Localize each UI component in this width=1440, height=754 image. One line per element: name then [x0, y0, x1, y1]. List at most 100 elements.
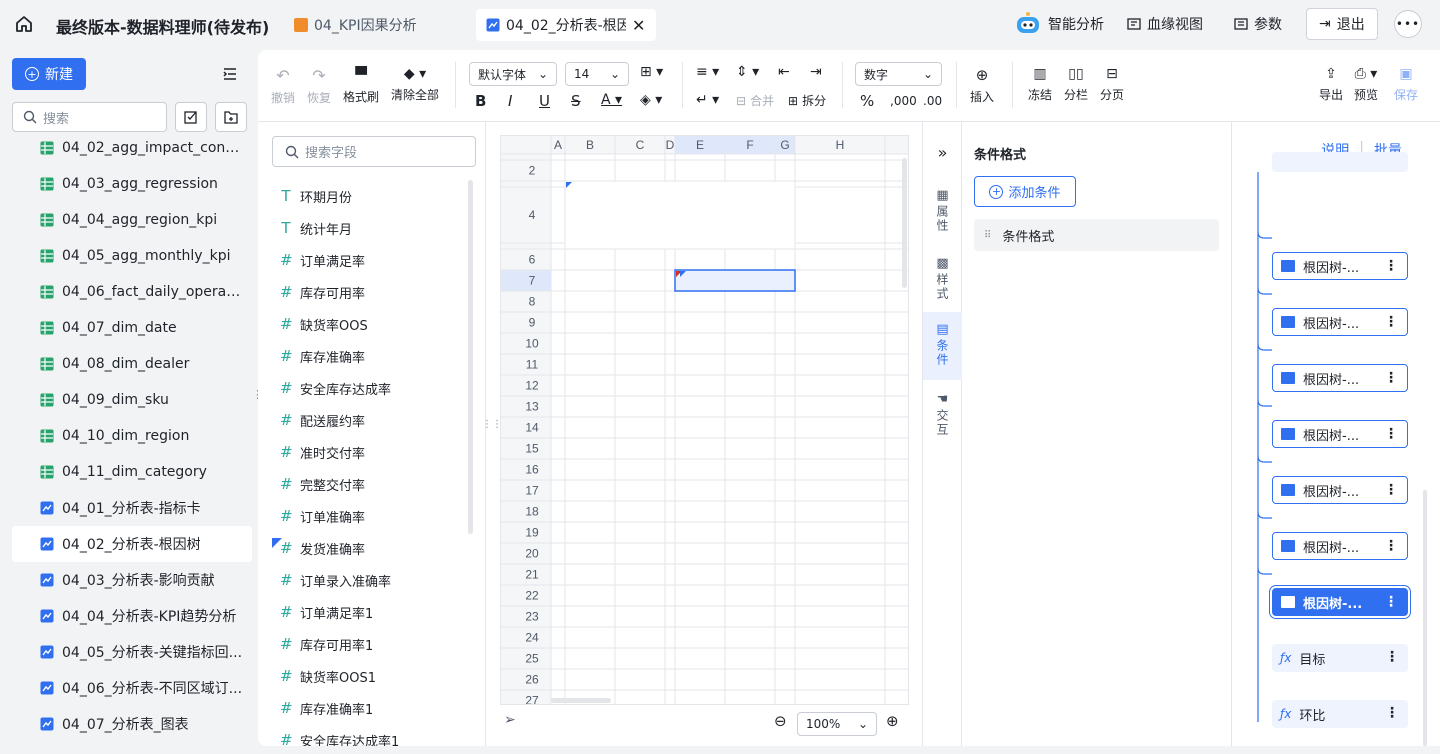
merge-button[interactable]: ⊟ 合并 [736, 92, 774, 109]
tree-item[interactable]: 04_09_dim_sku [12, 382, 252, 418]
paging-button[interactable]: ⊟ 分页 [1100, 66, 1124, 103]
format-painter-button[interactable]: ▀ 格式刷 [343, 66, 379, 105]
add-condition-button[interactable]: + 添加条件 [974, 176, 1076, 207]
zoom-select[interactable]: 100% ⌄ [797, 712, 877, 736]
field-item[interactable]: # 发货准确率 [272, 532, 472, 564]
row-header[interactable]: 27 [525, 694, 539, 706]
row-header[interactable]: 6 [529, 253, 536, 267]
percent-button[interactable]: % [860, 92, 874, 110]
row-header[interactable]: 16 [525, 463, 539, 477]
expand-icon[interactable]: » [923, 138, 962, 166]
flow-node[interactable]: 根因树-... ⋮ [1272, 532, 1408, 560]
columns-button[interactable]: ▯▯ 分栏 [1064, 66, 1088, 103]
field-search-input[interactable]: 搜索字段 [272, 136, 476, 167]
more-icon[interactable]: ⋮ [1384, 483, 1398, 497]
wrap-button[interactable]: ↵ ▾ [696, 92, 719, 108]
row-header[interactable]: 17 [525, 484, 539, 498]
spreadsheet-grid[interactable]: A B C D E F G H 2 4 6 7 8 9 10 11 12 13 14 15 16 17 18 19 20 21 22… [500, 135, 909, 705]
row-header[interactable]: 14 [525, 421, 539, 435]
drag-handle-icon[interactable]: ⠿ [984, 230, 992, 241]
row-header[interactable]: 20 [525, 547, 539, 561]
tree-item[interactable]: 04_02_分析表-根因树 [12, 526, 252, 562]
tree-item[interactable]: 04_06_分析表-不同区域订... [12, 670, 252, 706]
column-header[interactable]: E [696, 138, 704, 152]
more-icon[interactable]: ⋮ [1384, 539, 1398, 553]
tree-item[interactable]: 04_10_dim_region [12, 418, 252, 454]
row-header[interactable]: 12 [525, 379, 539, 393]
field-item[interactable]: # 库存准确率1 [272, 692, 472, 724]
row-header[interactable]: 9 [529, 316, 536, 330]
tree-item[interactable]: 04_05_agg_monthly_kpi [12, 238, 252, 274]
field-scrollbar[interactable] [468, 180, 473, 534]
row-header[interactable]: 2 [529, 164, 536, 178]
close-icon[interactable]: ✕ [632, 16, 645, 35]
redo-button[interactable]: ↷ 恢复 [307, 66, 331, 106]
column-header[interactable]: A [554, 138, 562, 152]
row-header[interactable]: 18 [525, 505, 539, 519]
more-icon[interactable]: ⋮ [1384, 315, 1398, 329]
column-header[interactable]: H [836, 138, 845, 152]
field-item[interactable]: T 统计年月 [272, 212, 472, 244]
tree-item[interactable]: 04_08_dim_dealer [12, 346, 252, 382]
bold-button[interactable]: B [475, 92, 486, 110]
tree-item[interactable]: 04_03_分析表-影响贡献 [12, 562, 252, 598]
condition-item[interactable]: ⠿ 条件格式 [974, 219, 1219, 251]
column-header[interactable]: B [586, 138, 594, 152]
field-item[interactable]: # 库存可用率 [272, 276, 472, 308]
grid-vscrollbar[interactable] [902, 158, 907, 288]
tree-item[interactable]: 04_05_分析表-关键指标回... [12, 634, 252, 670]
more-icon[interactable]: ⋮ [1385, 706, 1399, 720]
row-header[interactable]: 23 [525, 610, 539, 624]
zoom-in-icon[interactable]: ⊕ [886, 712, 899, 730]
field-item[interactable]: T 环期月份 [272, 180, 472, 212]
column-header[interactable]: F [746, 138, 753, 152]
save-button[interactable]: ▣ 保存 [1394, 66, 1418, 103]
tree-item[interactable]: 04_04_分析表-KPI趋势分析 [12, 598, 252, 634]
tab-conditions[interactable]: ▤ 条件 [923, 312, 962, 380]
column-header[interactable]: C [636, 138, 645, 152]
selected-cell[interactable] [674, 269, 796, 292]
params-button[interactable]: 参数 [1234, 8, 1282, 40]
row-header[interactable]: 4 [529, 208, 536, 222]
flow-scrollbar[interactable] [1423, 490, 1427, 746]
row-header[interactable]: 26 [525, 673, 539, 687]
tab-style[interactable]: ▩ 样式 [923, 252, 962, 305]
strikethrough-button[interactable]: S [571, 92, 581, 110]
tree-item[interactable]: 04_02_agg_impact_contri... [12, 130, 252, 166]
border-button[interactable]: ⊞ ▾ [640, 64, 663, 80]
tree-item[interactable]: 04_06_fact_daily_operations [12, 274, 252, 310]
row-header[interactable]: 8 [529, 295, 536, 309]
clear-all-button[interactable]: ◆ ▾ 清除全部 [391, 66, 439, 103]
field-item[interactable]: # 库存可用率1 [272, 628, 472, 660]
tab-root-cause[interactable]: 04_02_分析表-根因 ✕ [476, 9, 656, 41]
new-folder-button[interactable] [215, 102, 247, 132]
valign-button[interactable]: ⇕ ▾ [736, 64, 759, 80]
export-button[interactable]: ⇪ 导出 [1319, 66, 1343, 103]
more-icon[interactable]: ⋮ [1384, 595, 1398, 609]
more-icon[interactable]: ⋮ [1384, 427, 1398, 441]
field-item[interactable]: # 订单满足率1 [272, 596, 472, 628]
row-header[interactable]: 21 [525, 568, 539, 582]
font-family-select[interactable]: 默认字体 ⌄ [469, 62, 557, 86]
preview-button[interactable]: ⎙ ▾ 预览 [1354, 66, 1378, 103]
field-item[interactable]: # 配送履约率 [272, 404, 472, 436]
tab-properties[interactable]: ▦ 属性 [923, 184, 962, 237]
flow-node[interactable]: ƒx 目标 ⋮ [1272, 644, 1408, 672]
more-icon[interactable]: ⋮ [1384, 259, 1398, 273]
flow-node[interactable]: 根因树-... ⋮ [1272, 252, 1408, 280]
split-button[interactable]: ⊞ 拆分 [788, 92, 826, 109]
flow-node[interactable]: ƒx 环比 ⋮ [1272, 700, 1408, 728]
outdent-button[interactable]: ⇤ [778, 64, 790, 80]
fill-color-button[interactable]: ◈ ▾ [640, 92, 662, 108]
tree-item[interactable]: 04_04_agg_region_kpi [12, 202, 252, 238]
field-item[interactable]: # 订单准确率 [272, 500, 472, 532]
thousands-button[interactable]: ,000 [890, 94, 917, 108]
number-format-select[interactable]: 数字 ⌄ [855, 62, 942, 86]
flow-node[interactable]: 根因树-... ⋮ [1272, 420, 1408, 448]
field-item[interactable]: # 完整交付率 [272, 468, 472, 500]
decimals-button[interactable]: .00 [923, 94, 942, 108]
flow-node[interactable]: 根因树-... ⋮ [1269, 585, 1411, 619]
flow-node[interactable]: 根因树-... ⋮ [1272, 364, 1408, 392]
row-header[interactable]: 22 [525, 589, 539, 603]
row-header[interactable]: 11 [526, 358, 539, 372]
